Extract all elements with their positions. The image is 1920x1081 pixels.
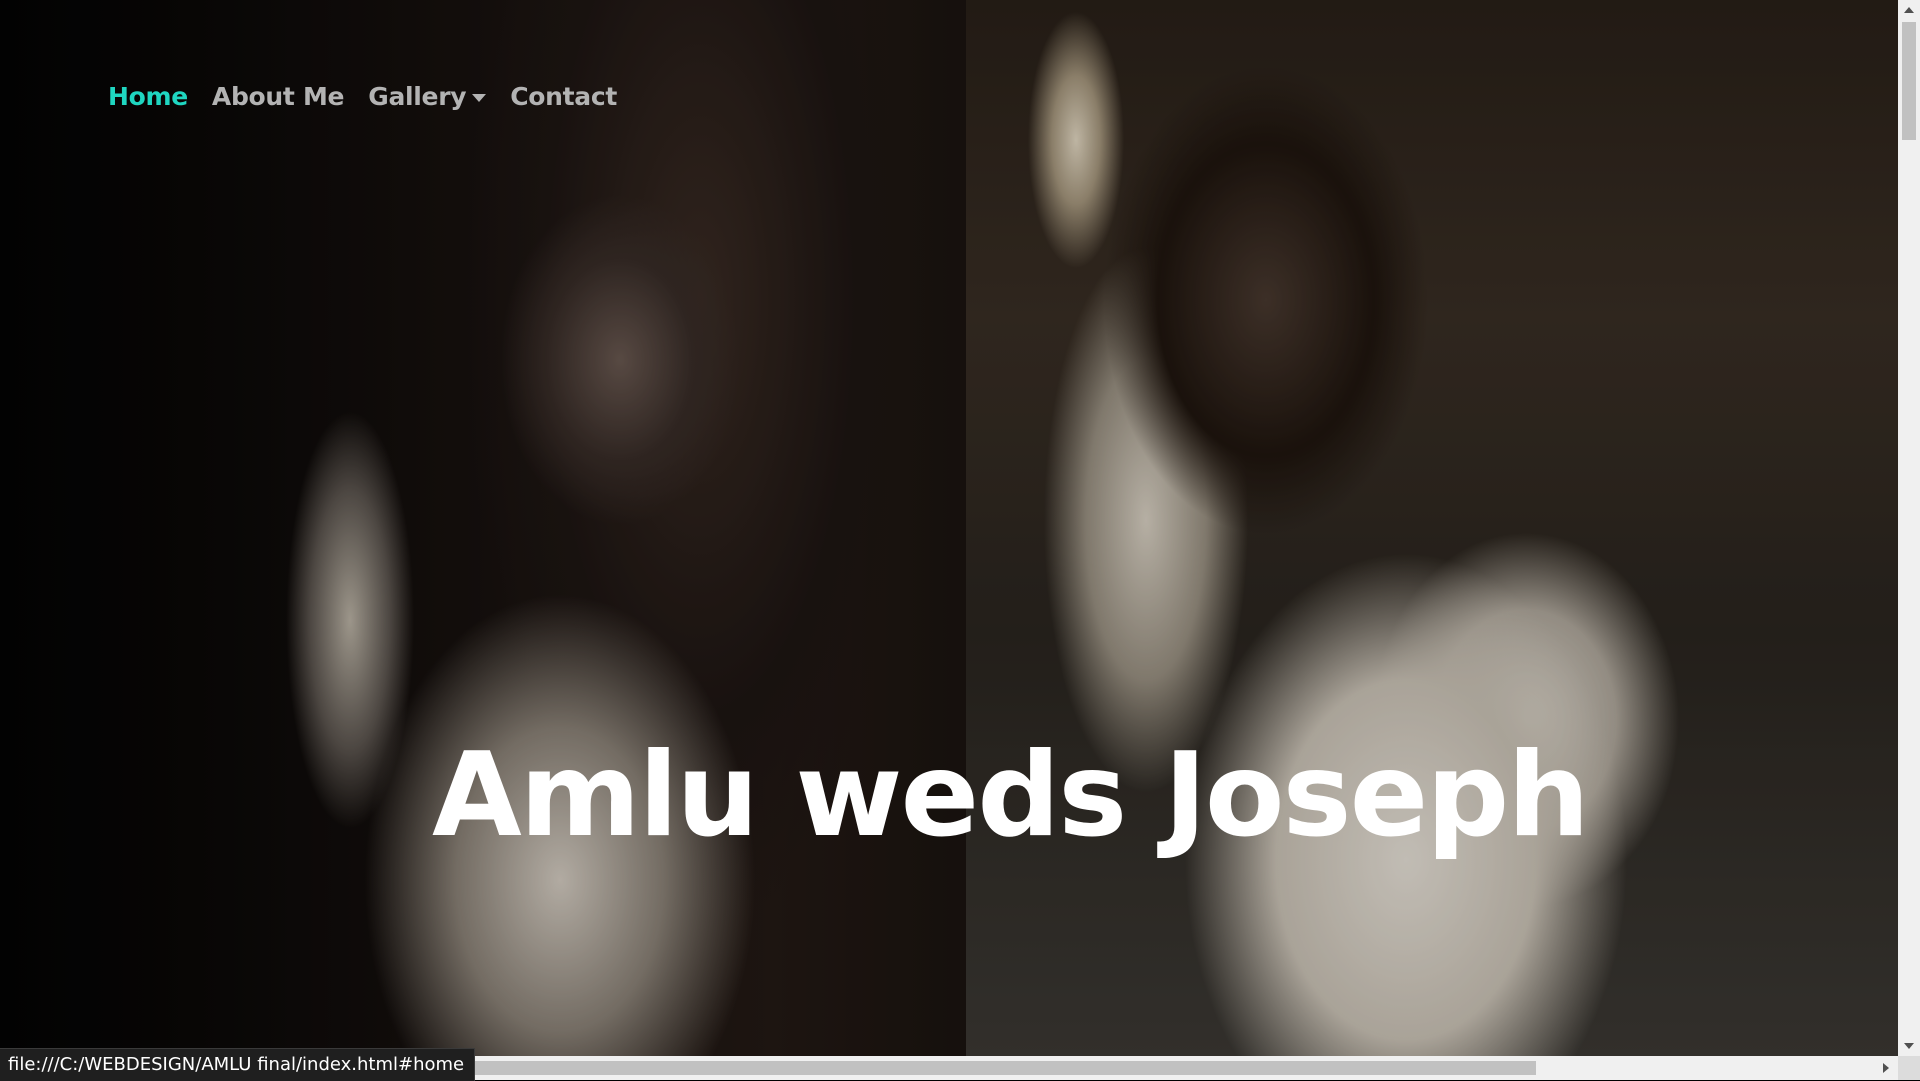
arrow-up-icon[interactable] xyxy=(1898,0,1920,20)
hero-title-initial-a: A xyxy=(432,727,522,863)
page-viewport: Home About Me Gallery Contact Amlu weds … xyxy=(0,0,1898,1056)
nav-about-label: About Me xyxy=(211,82,345,111)
nav-home-link[interactable]: Home xyxy=(108,82,188,111)
nav-contact-link[interactable]: Contact xyxy=(510,82,617,111)
nav-contact-label: Contact xyxy=(510,82,618,111)
hero-title-text-a: mlu weds xyxy=(519,727,1164,863)
status-bar-url: file:///C:/WEBDESIGN/AMLU final/index.ht… xyxy=(0,1048,476,1081)
hero-title-text-j: oseph xyxy=(1204,727,1590,863)
hero-overlay xyxy=(0,0,1898,1056)
vertical-scrollbar[interactable] xyxy=(1898,0,1920,1056)
vertical-scrollbar-thumb[interactable] xyxy=(1902,22,1916,140)
hero-title: Amlu weds Joseph xyxy=(432,737,1590,854)
scrollbar-corner xyxy=(1898,1056,1920,1080)
horizontal-scrollbar-thumb[interactable] xyxy=(428,1061,1536,1075)
nav-home-label: Home xyxy=(108,82,188,111)
nav-about-link[interactable]: About Me xyxy=(211,82,345,111)
nav-gallery-label: Gallery xyxy=(368,82,467,111)
arrow-right-icon[interactable] xyxy=(1876,1056,1896,1080)
caret-down-icon xyxy=(472,93,487,102)
main-navigation: Home About Me Gallery Contact xyxy=(108,82,641,111)
arrow-down-icon[interactable] xyxy=(1898,1036,1920,1056)
hero-title-initial-j: J xyxy=(1163,727,1207,863)
nav-gallery-dropdown[interactable]: Gallery xyxy=(368,82,487,111)
